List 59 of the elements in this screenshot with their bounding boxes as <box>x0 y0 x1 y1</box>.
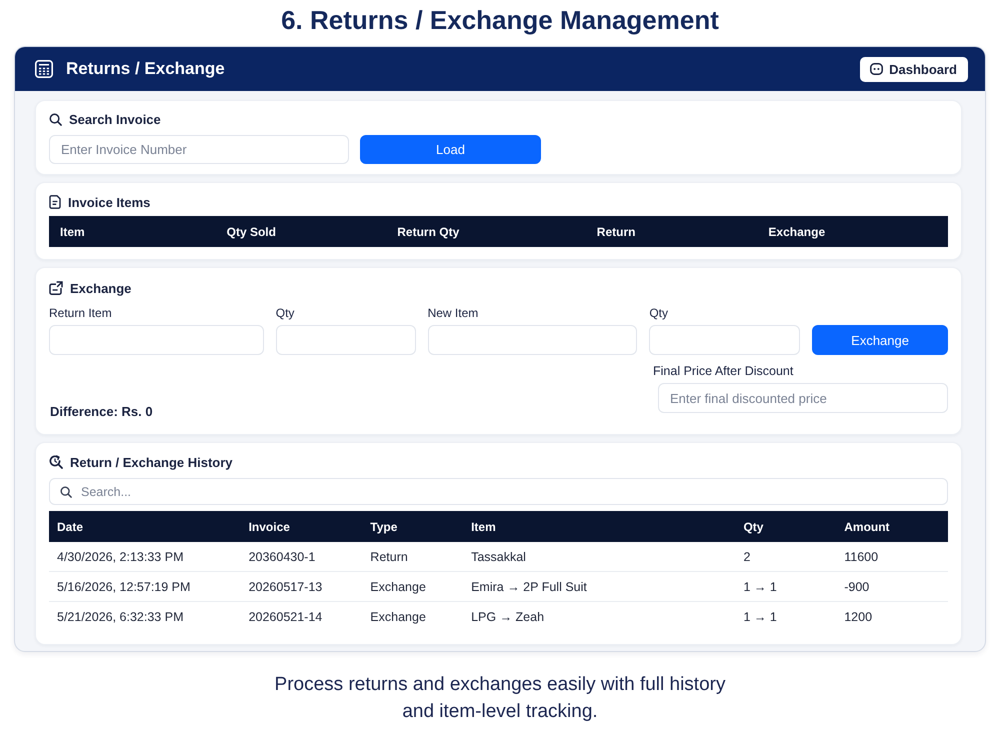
table-cell-text: -900 <box>843 578 870 596</box>
card-title: Search Invoice <box>69 112 161 126</box>
column-header: Amount <box>843 518 891 536</box>
window-title: Returns / Exchange <box>66 59 226 79</box>
column-header: Type <box>369 518 398 536</box>
table-cell-text: 11600 <box>843 548 880 566</box>
table-cell-text: LPG → Zeah <box>470 609 546 626</box>
table-cell-text: Exchange <box>369 578 427 596</box>
box-arrow-icon <box>49 281 63 295</box>
text-field[interactable] <box>49 325 264 355</box>
column-header: Item <box>59 224 86 240</box>
calculator-icon <box>35 60 53 78</box>
column-header: Qty <box>742 518 764 536</box>
column-header: Return Qty <box>396 224 460 240</box>
field-label: Qty <box>276 306 296 320</box>
table-cell-text: Tassakkal <box>470 548 527 566</box>
table-cell-text: 5/16/2026, 12:57:19 PM <box>56 578 192 596</box>
table-cell-text: 5/21/2026, 6:32:33 PM <box>56 609 184 626</box>
invoice-number-field[interactable]: Enter Invoice Number <box>49 135 349 164</box>
history-search-icon <box>49 455 63 469</box>
search-field[interactable]: Search... <box>49 478 948 505</box>
field-label: Final Price After Discount <box>653 364 794 378</box>
field-label: Return Item <box>49 306 113 320</box>
table-cell-text: 20260517-13 <box>248 578 324 596</box>
text-field[interactable] <box>428 325 638 355</box>
column-header: Qty Sold <box>226 224 277 240</box>
search-icon <box>60 486 72 498</box>
column-header: Exchange <box>767 224 826 240</box>
text-field[interactable] <box>276 325 416 355</box>
final-price-field[interactable]: Enter final discounted price <box>658 383 948 413</box>
card-title: Return / Exchange History <box>70 454 233 470</box>
search-icon <box>49 112 62 126</box>
screen-dots-icon <box>870 63 884 75</box>
table-cell-text: Exchange <box>369 609 427 626</box>
column-header: Invoice <box>248 518 291 536</box>
table-cell-text: 1 → 1 <box>742 609 778 626</box>
text-field[interactable] <box>649 325 800 355</box>
difference-text: Difference: Rs. 0 <box>50 404 153 420</box>
load-button[interactable]: Load <box>360 135 541 164</box>
table-cell-text: 4/30/2026, 2:13:33 PM <box>56 548 184 566</box>
document-icon <box>49 195 61 209</box>
dashboard-button[interactable]: Dashboard <box>860 56 968 82</box>
caption-text: Process returns and exchanges easily with full history and item-level tracking. <box>274 673 726 724</box>
card-title: Exchange <box>70 280 132 296</box>
column-header: Item <box>470 518 497 536</box>
column-header: Date <box>56 518 84 536</box>
table-cell-text: 2 <box>742 548 752 566</box>
table-cell-text: 1 → 1 <box>742 578 778 596</box>
page-title: 6. Returns / Exchange Management <box>281 5 719 35</box>
table-cell-text: 1200 <box>843 609 874 626</box>
card-title: Invoice Items <box>68 194 150 210</box>
table-cell-text: 20360430-1 <box>248 548 316 566</box>
table-cell-text: Return <box>369 548 409 566</box>
table-cell-text: 20260521-14 <box>248 609 324 626</box>
table-cell-text: Emira → 2P Full Suit <box>470 578 588 596</box>
column-header: Return <box>596 224 636 240</box>
field-label: New Item <box>428 306 480 320</box>
field-label: Qty <box>649 306 669 320</box>
exchange-button[interactable]: Exchange <box>812 325 948 355</box>
